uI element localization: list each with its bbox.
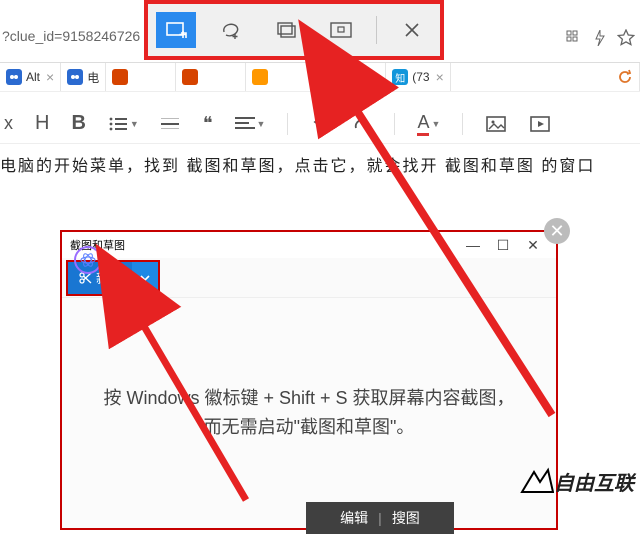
favicon-icon xyxy=(182,69,198,85)
tab-label: 电 xyxy=(87,69,99,86)
snip-mode-toolbar xyxy=(144,0,444,60)
snip-close-button[interactable] xyxy=(392,12,432,48)
browser-actions xyxy=(564,28,636,48)
browser-tab[interactable] xyxy=(176,63,246,91)
close-overlay-button[interactable]: ✕ xyxy=(544,218,570,244)
chevron-down-icon xyxy=(140,275,150,281)
browser-tab[interactable]: 知 (73 × xyxy=(386,63,451,91)
separator xyxy=(462,113,463,135)
tab-overflow[interactable] xyxy=(451,63,640,91)
separator xyxy=(287,113,288,135)
new-button-label: 新建 xyxy=(96,268,122,287)
hint-text: 按 Windows 徽标键 + Shift + S 获取屏幕内容截图， 而无需启… xyxy=(73,384,544,442)
snip-window-button[interactable] xyxy=(266,12,306,48)
watermark: 自由互联 xyxy=(520,465,634,497)
url-fragment: ?clue_id=9158246726 xyxy=(0,28,140,44)
browser-tab[interactable] xyxy=(316,63,386,91)
undo-button[interactable] xyxy=(310,117,330,131)
watermark-logo-icon xyxy=(520,466,554,496)
favicon-icon xyxy=(6,69,22,85)
snip-fullscreen-button[interactable] xyxy=(321,12,361,48)
formatting-toolbar: x H B ▼ ❝ ▼ A▼ xyxy=(0,104,640,144)
snipwin-body: 按 Windows 徽标键 + Shift + S 获取屏幕内容截图， 而无需启… xyxy=(62,298,556,528)
favicon-icon: 知 xyxy=(392,69,408,85)
separator xyxy=(394,113,395,135)
hr-button[interactable] xyxy=(161,117,181,131)
favicon-icon xyxy=(67,69,83,85)
star-icon[interactable] xyxy=(616,28,636,48)
favicon-icon xyxy=(112,69,128,85)
browser-tab[interactable] xyxy=(246,63,316,91)
quote-button[interactable]: ❝ xyxy=(203,113,213,134)
snip-sketch-window: 截图和草图 — ☐ ✕ 新建 按 Windows 徽标键 + Shift + S… xyxy=(60,230,558,530)
tab-close-icon[interactable]: × xyxy=(436,69,444,85)
favicon-icon xyxy=(252,69,268,85)
apps-icon[interactable] xyxy=(564,28,584,48)
separator: | xyxy=(378,510,382,526)
tab-close-icon[interactable]: × xyxy=(46,69,54,85)
snipwin-toolbar: 新建 xyxy=(62,258,556,298)
search-image-button[interactable]: 搜图 xyxy=(392,508,420,528)
browser-tab[interactable]: 电 xyxy=(61,63,106,91)
list-button[interactable]: ▼ xyxy=(108,116,139,132)
heading-button[interactable]: H xyxy=(35,112,49,135)
article-text: 电脑的开始菜单，找到 截图和草图，点击它，就会找开 截图和草图 的窗口 xyxy=(0,152,640,176)
snip-rectangle-button[interactable] xyxy=(156,12,196,48)
image-button[interactable] xyxy=(485,115,507,133)
window-close-button[interactable]: ✕ xyxy=(518,237,548,254)
window-maximize-button[interactable]: ☐ xyxy=(488,237,518,254)
video-button[interactable] xyxy=(529,115,551,133)
tab-strip: Alt × 电 知 (73 × xyxy=(0,62,640,92)
window-titlebar[interactable]: 截图和草图 — ☐ ✕ xyxy=(62,232,556,258)
atom-icon xyxy=(80,252,96,268)
separator xyxy=(376,16,377,44)
bold-button[interactable]: B xyxy=(71,112,85,135)
browser-tab[interactable] xyxy=(106,63,176,91)
new-snip-dropdown[interactable] xyxy=(132,262,158,294)
close-format-button[interactable]: x xyxy=(4,113,13,134)
browser-tab[interactable]: Alt × xyxy=(0,63,61,91)
redo-button[interactable] xyxy=(352,117,372,131)
annotation-badge xyxy=(74,246,102,274)
favicon-icon xyxy=(322,69,338,85)
align-button[interactable]: ▼ xyxy=(235,117,266,131)
window-minimize-button[interactable]: — xyxy=(458,237,488,253)
tab-label: Alt xyxy=(26,70,40,84)
tab-label: (73 xyxy=(412,70,429,84)
font-color-button[interactable]: A▼ xyxy=(417,112,440,136)
flash-icon[interactable] xyxy=(590,28,610,48)
image-action-bar: 编辑 | 搜图 xyxy=(306,502,454,534)
snip-freeform-button[interactable] xyxy=(211,12,251,48)
refresh-icon xyxy=(617,69,633,85)
edit-button[interactable]: 编辑 xyxy=(340,508,368,528)
